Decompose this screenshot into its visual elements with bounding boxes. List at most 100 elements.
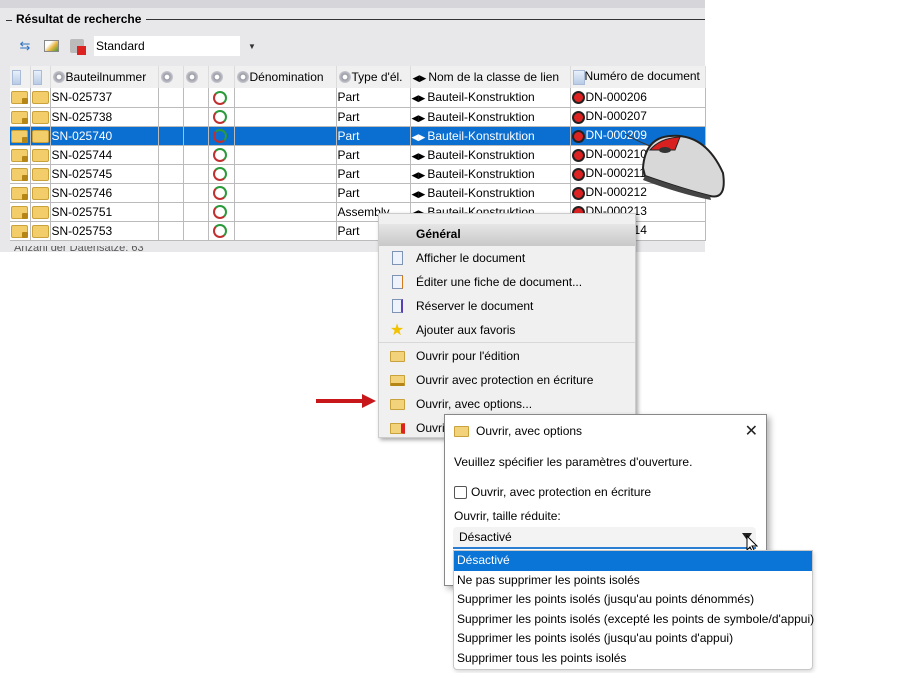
part-number-cell: SN-025751 (50, 202, 159, 222)
column-header-status1[interactable] (10, 66, 31, 88)
reduced-size-dropdown-list: Désactivé Ne pas supprimer les points iso… (453, 550, 814, 670)
empty-cell (158, 107, 184, 127)
reduced-size-label: Ouvrir, taille réduite: (454, 509, 561, 523)
close-icon[interactable]: ✕ (745, 421, 758, 441)
mouse-illustration-icon (624, 128, 730, 206)
image-icon[interactable] (42, 37, 60, 55)
dropdown-option[interactable]: Supprimer tous les points isolés (454, 649, 812, 669)
cad-document-icon (571, 110, 585, 124)
document-number: DN-000206 (585, 90, 647, 105)
dropdown-option[interactable]: Désactivé (454, 551, 812, 571)
status-cell (30, 107, 51, 127)
table-row[interactable]: SN-025738 Part ◀▶ Bauteil-Konstruktion DN… (10, 107, 706, 127)
table-row[interactable]: SN-025740 Part ◀▶ Bauteil-Konstruktion DN… (10, 126, 706, 146)
table-row[interactable]: SN-025746 Part ◀▶ Bauteil-Konstruktion DN… (10, 183, 706, 203)
dropdown-option[interactable]: Supprimer les points isolés (jusqu'au po… (454, 590, 812, 610)
cad-document-icon (571, 91, 585, 105)
part-number-cell: SN-025737 (50, 88, 159, 108)
readonly-checkbox-row[interactable]: Ouvrir, avec protection en écriture (454, 485, 651, 499)
type-cell: Part (336, 183, 411, 203)
menu-item-open-readonly[interactable]: Ouvrir avec protection en écriture (379, 368, 635, 392)
sync-icon (212, 204, 227, 219)
gear-icon (236, 71, 249, 83)
document-number-cell: DN-000206 (570, 88, 706, 108)
gear-icon (160, 71, 173, 83)
name-cell (234, 88, 337, 108)
folder-edit-icon (31, 148, 49, 162)
link-icon: ◀▶ (411, 112, 426, 123)
folder-edit-icon (31, 205, 49, 219)
folder-edit-icon (31, 186, 49, 200)
table-row[interactable]: SN-025737 Part ◀▶ Bauteil-Konstruktion DN… (10, 88, 706, 108)
empty-cell (158, 126, 184, 146)
column-header-gear2[interactable] (183, 66, 209, 88)
table-row[interactable]: SN-025745 Part ◀▶ Bauteil-Konstruktion DN… (10, 164, 706, 184)
status-cell (30, 88, 51, 108)
link-class-cell: ◀▶Bauteil-Konstruktion (410, 126, 571, 146)
star-icon: ★ (389, 322, 405, 339)
link-class-label: Bauteil-Konstruktion (427, 147, 535, 162)
column-header-link-class[interactable]: ◀▶ Nom de la classe de lien (410, 66, 571, 88)
dropdown-option[interactable]: Ne pas supprimer les points isolés (454, 571, 812, 591)
name-cell (234, 164, 337, 184)
type-cell: Part (336, 107, 411, 127)
pointer-arrow (316, 399, 364, 403)
folder-icon (389, 396, 405, 412)
top-strip (0, 0, 705, 8)
column-header-part-number[interactable]: Bauteilnummer (50, 66, 159, 88)
status-cell (10, 202, 31, 222)
sync-icon (212, 223, 227, 238)
readonly-checkbox[interactable] (454, 485, 467, 499)
menu-item-show-document[interactable]: Afficher le document (379, 246, 635, 270)
column-header-status2[interactable] (30, 66, 51, 88)
folder-lock-icon (389, 372, 405, 388)
cad-document-icon (571, 148, 585, 162)
column-header-name[interactable]: Dénomination (234, 66, 337, 88)
status-cell (30, 145, 51, 165)
folder-lock-icon (11, 186, 28, 200)
status-cell (30, 221, 51, 241)
table-row[interactable]: SN-025744 Part ◀▶ Bauteil-Konstruktion DN… (10, 145, 706, 165)
sync-icon (212, 128, 227, 143)
menu-item-edit-document-card[interactable]: Éditer une fiche de document... (379, 270, 635, 294)
column-header-document-number[interactable]: Numéro de document (570, 66, 706, 88)
menu-item-label: Afficher le document (416, 251, 526, 265)
context-menu: Général Afficher le document Éditer une … (378, 213, 636, 438)
section-title: Résultat de recherche (16, 12, 142, 26)
checkbox-label: Ouvrir, avec protection en écriture (471, 485, 652, 499)
view-select[interactable]: Standard (94, 36, 240, 56)
column-header-gear3[interactable] (208, 66, 235, 88)
name-cell (234, 145, 337, 165)
sync-icon (212, 147, 227, 162)
header-label: Numéro de document (584, 69, 700, 84)
folder-lock-icon (11, 224, 28, 238)
name-cell (234, 126, 337, 146)
column-header-gear1[interactable] (158, 66, 184, 88)
refresh-icon[interactable]: ⇆ (16, 37, 34, 55)
type-cell: Part (336, 164, 411, 184)
dropdown-option[interactable]: Supprimer les points isolés (excepté les… (454, 610, 814, 630)
status-cell (10, 107, 31, 127)
folder-lock-icon (11, 167, 28, 181)
empty-cell (158, 145, 184, 165)
dropdown-option[interactable]: Supprimer les points isolés (jusqu'au po… (454, 629, 812, 649)
menu-item-open-for-edit[interactable]: Ouvrir pour l'édition (379, 344, 635, 368)
column-header-type[interactable]: Type d'él. (336, 66, 411, 88)
sync-cell (208, 221, 235, 241)
menu-item-open-with-options[interactable]: Ouvrir, avec options... (379, 392, 635, 416)
link-class-label: Bauteil-Konstruktion (427, 109, 535, 124)
menu-item-label: Éditer une fiche de document... (416, 275, 583, 289)
empty-cell (183, 202, 209, 222)
status-cell (10, 164, 31, 184)
part-number-cell: SN-025746 (50, 183, 159, 203)
pdf-print-icon[interactable] (68, 37, 86, 55)
reduced-size-combobox[interactable]: Désactivé (453, 527, 756, 549)
part-number-cell: SN-025738 (50, 107, 159, 127)
chevron-down-icon[interactable]: ▼ (248, 42, 260, 51)
status-cell (30, 126, 51, 146)
sync-icon (212, 166, 227, 181)
menu-item-reserve-document[interactable]: Réserver le document (379, 294, 635, 318)
menu-item-add-favorites[interactable]: ★ Ajouter aux favoris (379, 318, 635, 342)
record-count: Anzahl der Datensätze: 63 (14, 246, 144, 252)
status-cell (30, 164, 51, 184)
